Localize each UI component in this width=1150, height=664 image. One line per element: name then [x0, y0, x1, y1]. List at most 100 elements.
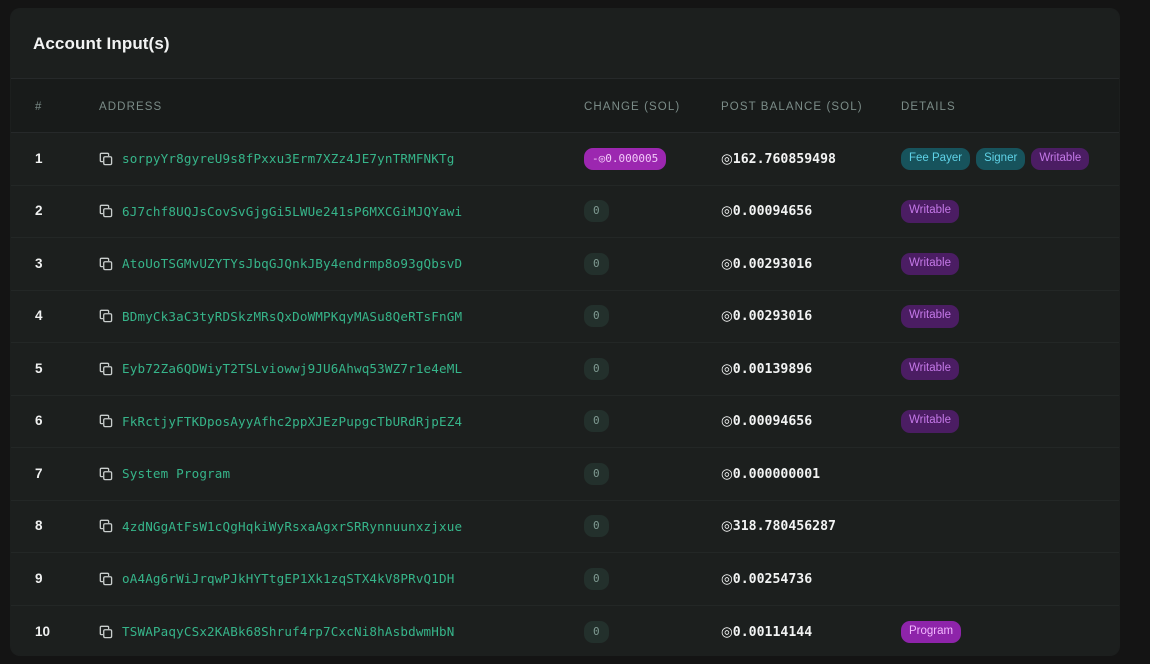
cell-change: 0 — [584, 462, 721, 485]
column-header-change: CHANGE (SOL) — [584, 100, 681, 113]
page-title: Account Input(s) — [33, 33, 170, 53]
post-balance-amount: 0.00139896 — [732, 361, 813, 377]
cell-post-balance: ◎0.00293016 — [721, 307, 901, 325]
cell-change: 0 — [584, 410, 721, 433]
sol-symbol-icon: ◎ — [721, 413, 733, 430]
sol-symbol-icon: ◎ — [721, 465, 733, 482]
copy-icon[interactable] — [99, 257, 113, 271]
post-balance-amount: 0.00293016 — [732, 309, 813, 325]
row-number: 9 — [35, 570, 43, 586]
cell-row-number: 10 — [11, 623, 89, 641]
row-number: 10 — [35, 623, 51, 639]
address-link[interactable]: Eyb72Za6QDWiyT2TSLviowwj9JU6Ahwq53WZ7r1e… — [122, 361, 462, 376]
cell-post-balance: ◎162.760859498 — [721, 150, 901, 168]
address-link[interactable]: FkRctjyFTKDposAyyAfhc2ppXJEzPupgcTbURdRj… — [122, 414, 462, 429]
post-balance-amount: 318.780456287 — [732, 519, 836, 535]
address-link[interactable]: oA4Ag6rWiJrqwPJkHYTtgEP1Xk1zqSTX4kV8PRvQ… — [122, 571, 454, 586]
address-link[interactable]: 4zdNGgAtFsW1cQgHqkiWyRsxaAgxrSRRynnuunxz… — [122, 519, 462, 534]
copy-icon[interactable] — [99, 467, 113, 481]
detail-tag: Signer — [976, 147, 1026, 170]
copy-icon[interactable] — [99, 362, 113, 376]
table-row: 5 Eyb72Za6QDWiyT2TSLviowwj9JU6Ahwq53WZ7r1… — [11, 343, 1119, 396]
post-balance-value: ◎0.00254736 — [721, 570, 812, 587]
cell-row-number: 2 — [11, 202, 89, 220]
change-badge: 0 — [584, 252, 609, 275]
cell-post-balance: ◎0.00114144 — [721, 623, 901, 641]
cell-address: AtoUoTSGMvUZYTYsJbqGJQnkJBy4endrmp8o93gQ… — [89, 256, 584, 271]
cell-details: Writable — [901, 252, 1119, 275]
copy-icon[interactable] — [99, 625, 113, 639]
cell-address: 6J7chf8UQJsCovSvGjgGi5LWUe241sP6MXCGiMJQ… — [89, 204, 584, 219]
account-inputs-card: Account Input(s) # ADDRESS CHANGE (SOL) … — [10, 8, 1120, 656]
column-header-post-balance: POST BALANCE (SOL) — [721, 100, 863, 113]
post-balance-value: ◎318.780456287 — [721, 518, 836, 535]
table-row: 6 FkRctjyFTKDposAyyAfhc2ppXJEzPupgcTbURdR… — [11, 395, 1119, 448]
sol-symbol-icon: ◎ — [721, 150, 733, 167]
copy-icon[interactable] — [99, 414, 113, 428]
cell-address: FkRctjyFTKDposAyyAfhc2ppXJEzPupgcTbURdRj… — [89, 414, 584, 429]
address-link[interactable]: BDmyCk3aC3tyRDSkzMRsQxDoWMPKqyMASu8QeRTs… — [122, 309, 462, 324]
cell-row-number: 8 — [11, 517, 89, 535]
card-header: Account Input(s) — [11, 9, 1119, 79]
address-link[interactable]: AtoUoTSGMvUZYTYsJbqGJQnkJBy4endrmp8o93gQ… — [122, 256, 462, 271]
address-link[interactable]: sorpyYr8gyreU9s8fPxxu3Erm7XZz4JE7ynTRMFN… — [122, 151, 454, 166]
cell-post-balance: ◎0.00254736 — [721, 570, 901, 588]
cell-post-balance: ◎0.00139896 — [721, 360, 901, 378]
cell-change: 0 — [584, 515, 721, 538]
post-balance-amount: 0.00293016 — [732, 256, 813, 272]
cell-post-balance: ◎318.780456287 — [721, 517, 901, 535]
cell-row-number: 3 — [11, 255, 89, 273]
cell-address: oA4Ag6rWiJrqwPJkHYTtgEP1Xk1zqSTX4kV8PRvQ… — [89, 571, 584, 586]
table-row: 1 sorpyYr8gyreU9s8fPxxu3Erm7XZz4JE7ynTRMF… — [11, 133, 1119, 186]
change-badge: 0 — [584, 515, 609, 538]
post-balance-value: ◎0.00139896 — [721, 360, 813, 377]
post-balance-value: ◎0.00293016 — [721, 308, 813, 325]
sol-symbol-icon: ◎ — [721, 570, 733, 587]
post-balance-value: ◎0.00094656 — [721, 413, 813, 430]
address-link[interactable]: System Program — [122, 466, 230, 481]
cell-row-number: 9 — [11, 570, 89, 588]
post-balance-amount: 0.00094656 — [732, 204, 813, 220]
address-link[interactable]: TSWAPaqyCSx2KABk68Shruf4rp7CxcNi8hAsbdwm… — [122, 624, 454, 639]
cell-change: 0 — [584, 620, 721, 643]
post-balance-value: ◎162.760859498 — [721, 150, 836, 167]
change-badge: 0 — [584, 357, 609, 380]
post-balance-value: ◎0.00094656 — [721, 203, 813, 220]
change-badge: 0 — [584, 462, 609, 485]
post-balance-value: ◎0.00114144 — [721, 624, 812, 640]
cell-details: Writable — [901, 357, 1119, 380]
cell-row-number: 7 — [11, 465, 89, 483]
post-balance-amount: 162.760859498 — [732, 151, 836, 167]
copy-icon[interactable] — [99, 152, 113, 166]
sol-symbol-icon: ◎ — [721, 203, 733, 220]
cell-details: Writable — [901, 410, 1119, 433]
cell-address: System Program — [89, 466, 584, 481]
detail-tag: Program — [901, 620, 962, 643]
post-balance-amount: 0.00094656 — [732, 414, 813, 430]
copy-icon[interactable] — [99, 309, 113, 323]
copy-icon[interactable] — [99, 572, 113, 586]
address-link[interactable]: 6J7chf8UQJsCovSvGjgGi5LWUe241sP6MXCGiMJQ… — [122, 204, 462, 219]
row-number: 6 — [35, 413, 43, 429]
sol-symbol-icon: ◎ — [721, 360, 733, 377]
cell-address: sorpyYr8gyreU9s8fPxxu3Erm7XZz4JE7ynTRMFN… — [89, 151, 584, 166]
detail-tag: Writable — [901, 357, 959, 380]
row-number: 3 — [35, 255, 43, 271]
column-header-details: DETAILS — [901, 100, 956, 113]
cell-details: Fee Payer Signer Writable — [901, 147, 1119, 170]
cell-details: Writable — [901, 200, 1119, 223]
copy-icon[interactable] — [99, 519, 113, 533]
post-balance-value: ◎0.00293016 — [721, 256, 813, 272]
cell-details: Writable — [901, 305, 1119, 328]
cell-change: 0 — [584, 305, 721, 328]
table-row: 7 System Program 0 ◎0.000000001 — [11, 448, 1119, 501]
cell-post-balance: ◎0.00094656 — [721, 202, 901, 220]
cell-row-number: 5 — [11, 360, 89, 378]
cell-row-number: 1 — [11, 150, 89, 168]
table-body: 1 sorpyYr8gyreU9s8fPxxu3Erm7XZz4JE7ynTRMF… — [11, 133, 1119, 655]
copy-icon[interactable] — [99, 204, 113, 218]
detail-tag: Writable — [901, 410, 959, 433]
change-badge: 0 — [584, 305, 609, 328]
detail-tag: Writable — [901, 305, 959, 328]
cell-address: 4zdNGgAtFsW1cQgHqkiWyRsxaAgxrSRRynnuunxz… — [89, 519, 584, 534]
